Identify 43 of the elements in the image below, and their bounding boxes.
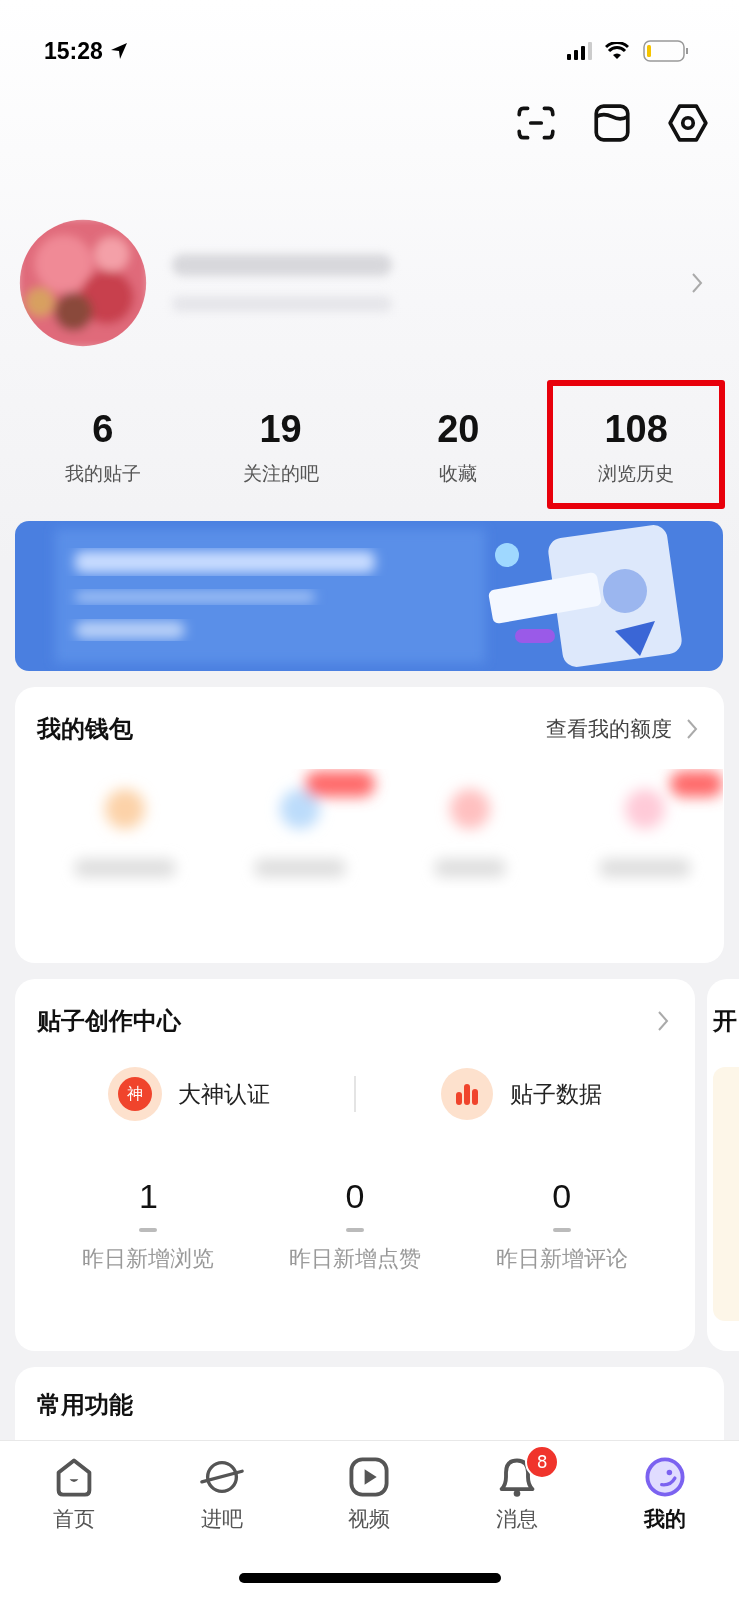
tab-item[interactable]: 我的 [591, 1441, 739, 1533]
stat-value: 20 [437, 408, 480, 451]
stat-item[interactable]: 20 收藏 [369, 380, 548, 509]
stat-value: 19 [259, 408, 302, 451]
stat-label: 收藏 [439, 461, 478, 486]
view-quota-link[interactable]: 查看我的额度 [546, 715, 672, 743]
settings-icon[interactable] [667, 102, 709, 144]
metric-value: 1 [138, 1177, 158, 1216]
metric-label: 昨日新增评论 [495, 1245, 628, 1273]
metric-label: 昨日新增浏览 [82, 1245, 215, 1273]
stat-label: 我的贴子 [64, 461, 141, 486]
stat-value: 6 [92, 408, 114, 451]
metric-value: 0 [345, 1177, 365, 1216]
stat-label: 浏览历史 [598, 461, 675, 486]
box-icon[interactable] [591, 102, 633, 144]
metric-value: 0 [552, 1177, 572, 1216]
side-card-title: 开 [713, 1006, 737, 1037]
battery-icon [643, 40, 689, 62]
stat-item[interactable]: 6 我的贴子 [14, 380, 192, 509]
tab-item[interactable]: 进吧 [147, 1441, 296, 1533]
metric-label: 昨日新增点赞 [289, 1245, 421, 1273]
signal-icon [567, 42, 593, 60]
bar-chart-icon[interactable] [440, 1067, 494, 1121]
wallet-title: 我的钱包 [37, 714, 133, 745]
badge-icon[interactable]: 神 [108, 1067, 162, 1121]
wifi-icon [605, 42, 629, 60]
stat-label: 关注的吧 [242, 461, 319, 486]
chevron-right-icon[interactable] [657, 1009, 669, 1033]
shortcut-link[interactable]: 贴子数据 [510, 1078, 602, 1110]
creation-center-title: 贴子创作中心 [37, 1006, 181, 1037]
common-functions-title: 常用功能 [37, 1391, 133, 1419]
chevron-right-icon[interactable] [686, 717, 698, 741]
tab-item[interactable]: 8 消息 [443, 1441, 592, 1533]
tab-item[interactable]: 首页 [0, 1441, 148, 1533]
side-card[interactable]: 开 [707, 979, 739, 1351]
tab-item[interactable]: 视频 [295, 1441, 444, 1533]
stat-item[interactable]: 19 关注的吧 [191, 380, 370, 509]
stat-value: 108 [604, 408, 668, 451]
chevron-right-icon[interactable] [691, 271, 703, 295]
notification-badge: 8 [525, 1445, 560, 1479]
stat-item[interactable]: 108 浏览历史 [547, 380, 725, 509]
shortcut-link[interactable]: 大神认证 [178, 1078, 270, 1110]
status-time: 15:28 [44, 37, 103, 65]
